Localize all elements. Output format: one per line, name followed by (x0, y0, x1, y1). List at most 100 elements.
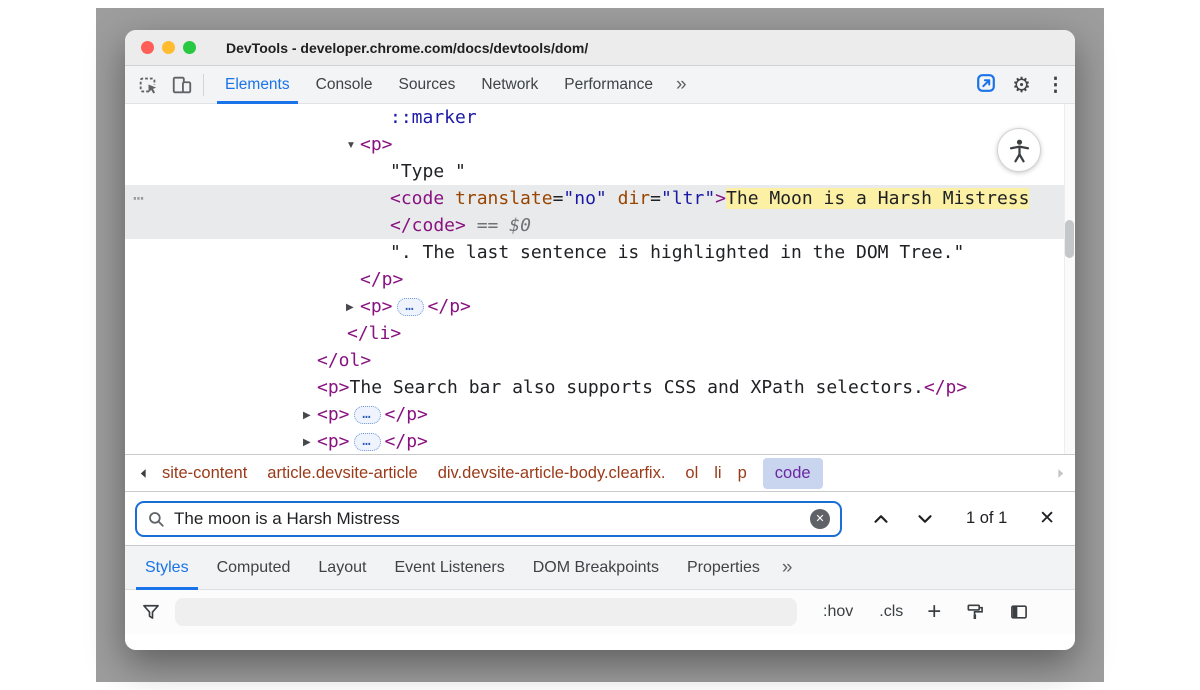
p-close-tag-token: </p> (924, 377, 967, 398)
text-node-token: ". The last sentence is highlighted in t… (390, 242, 964, 263)
dom-line-p-close[interactable]: </p> (125, 266, 1075, 293)
dom-line-type-text[interactable]: "Type " (125, 158, 1075, 185)
tab-console[interactable]: Console (303, 66, 386, 104)
styles-filter-input[interactable] (175, 598, 797, 626)
attr-dir-name-token: dir (618, 188, 651, 209)
dom-line-ol-close[interactable]: </ol> (125, 347, 1075, 374)
equals-marker-token: == (477, 215, 499, 236)
dom-search-bar: ✕ 1 of 1 ✕ (125, 491, 1075, 545)
selected-dom-node-rows: ⋯ <code translate="no" dir="ltr">The Moo… (125, 185, 1075, 239)
tab-layout[interactable]: Layout (304, 546, 380, 590)
p-open-tag-token: <p> (317, 377, 350, 398)
text-node-token: The Search bar also supports CSS and XPa… (350, 377, 924, 398)
close-window-button[interactable] (141, 41, 154, 54)
ol-close-tag-token: </ol> (317, 350, 371, 371)
window-titlebar: DevTools - developer.chrome.com/docs/dev… (125, 30, 1075, 66)
breadcrumb-item-code[interactable]: code (763, 458, 823, 489)
search-match-highlight: The Moon is a Harsh Mistress (726, 188, 1029, 209)
collapsed-content-pill[interactable]: … (354, 433, 381, 451)
code-close-tag-token: </code> (390, 215, 466, 236)
dom-tree-scrollbar[interactable] (1065, 220, 1074, 258)
ellipsis-token: … (362, 433, 371, 449)
chevron-up-icon (870, 508, 892, 530)
dom-line-collapsed-p-3[interactable]: ▶<p>…</p> (125, 428, 1075, 454)
dock-side-icon[interactable] (975, 72, 997, 99)
tab-computed[interactable]: Computed (203, 546, 305, 590)
window-title: DevTools - developer.chrome.com/docs/dev… (226, 40, 588, 56)
ellipsis-token: … (362, 406, 371, 422)
paint-roller-icon[interactable] (965, 602, 985, 622)
zoom-window-button[interactable] (183, 41, 196, 54)
new-style-rule-button[interactable]: + (927, 600, 941, 624)
dom-line-marker-pseudo[interactable]: ::marker (125, 104, 1075, 131)
p-open-tag-token: <p> (317, 431, 350, 452)
breadcrumb-item-ol[interactable]: ol (685, 464, 698, 483)
breadcrumb-scroll-left-icon[interactable] (137, 467, 150, 480)
tab-network[interactable]: Network (468, 66, 551, 104)
tab-styles[interactable]: Styles (131, 546, 203, 590)
dom-line-collapsed-p-2[interactable]: ▶<p>…</p> (125, 401, 1075, 428)
dom-line-code-open[interactable]: <code translate="no" dir="ltr">The Moon … (125, 185, 1075, 212)
breadcrumb-item-p[interactable]: p (738, 464, 747, 483)
row-options-ellipsis-icon[interactable]: ⋯ (133, 185, 145, 212)
device-toolbar-icon[interactable] (165, 66, 199, 104)
pseudo-element-token: ::marker (390, 107, 477, 128)
p-open-tag-token: <p> (360, 134, 393, 155)
close-search-icon[interactable]: ✕ (1039, 509, 1055, 528)
tag-close-bracket-token: > (715, 188, 726, 209)
attr-dir-value-token: "ltr" (661, 188, 715, 209)
devtools-toolbar: Elements Console Sources Network Perform… (125, 66, 1075, 104)
tab-event-listeners[interactable]: Event Listeners (380, 546, 518, 590)
previous-result-button[interactable] (870, 508, 892, 530)
breadcrumb-item-article[interactable]: article.devsite-article (267, 464, 417, 483)
collapsed-content-pill[interactable]: … (397, 298, 424, 316)
tab-sources[interactable]: Sources (386, 66, 469, 104)
attr-translate-value-token: "no" (563, 188, 606, 209)
tab-properties[interactable]: Properties (673, 546, 774, 590)
clear-search-icon[interactable]: ✕ (810, 509, 830, 529)
breadcrumb-item-li[interactable]: li (714, 464, 721, 483)
more-options-kebab-icon[interactable]: ⋮ (1046, 76, 1065, 95)
attr-equals-token: = (553, 188, 564, 209)
dom-tree-scrollbar-track (1064, 104, 1075, 454)
text-node-token: "Type " (390, 161, 466, 182)
toggle-element-state-button[interactable]: :hov (823, 603, 853, 621)
settings-gear-icon[interactable]: ⚙ (1012, 75, 1031, 96)
dom-line-search-paragraph[interactable]: <p>The Search bar also supports CSS and … (125, 374, 1075, 401)
toggle-sidebar-icon[interactable] (1009, 602, 1029, 622)
window-footer (125, 634, 1075, 650)
p-close-tag-token: </p> (360, 269, 403, 290)
collapse-arrow-icon[interactable]: ▶ (303, 429, 317, 454)
accessibility-button[interactable] (997, 128, 1041, 172)
more-panel-tabs-icon[interactable]: » (774, 557, 801, 579)
minimize-window-button[interactable] (162, 41, 175, 54)
tab-performance[interactable]: Performance (551, 66, 666, 104)
dom-line-collapsed-p-1[interactable]: ▶<p>…</p> (125, 293, 1075, 320)
dom-line-p-open[interactable]: ▼<p> (125, 131, 1075, 158)
collapsed-content-pill[interactable]: … (354, 406, 381, 424)
search-input[interactable] (174, 509, 810, 529)
attr-equals-token: = (650, 188, 661, 209)
search-icon (147, 510, 165, 528)
next-result-button[interactable] (914, 508, 936, 530)
dom-line-code-close[interactable]: </code> == $0 (125, 212, 1075, 239)
collapse-arrow-icon[interactable]: ▶ (303, 402, 317, 429)
expand-arrow-icon[interactable]: ▼ (346, 132, 360, 159)
breadcrumb-item-div[interactable]: div.devsite-article-body.clearfix. (438, 464, 666, 483)
more-tabs-icon[interactable]: » (666, 74, 697, 96)
collapse-arrow-icon[interactable]: ▶ (346, 294, 360, 321)
accessibility-person-icon (1006, 137, 1033, 164)
tab-dom-breakpoints[interactable]: DOM Breakpoints (519, 546, 673, 590)
breadcrumb-item-site-content[interactable]: site-content (162, 464, 247, 483)
tab-elements[interactable]: Elements (212, 66, 303, 104)
dom-line-li-close[interactable]: </li> (125, 320, 1075, 347)
toolbar-right-controls: ⚙ ⋮ (975, 66, 1065, 104)
element-classes-button[interactable]: .cls (879, 603, 903, 621)
search-results-count: 1 of 1 (966, 509, 1007, 528)
toolbar-divider (203, 74, 204, 96)
breadcrumb-scroll-right-icon[interactable] (1054, 455, 1067, 491)
styles-filter-bar: :hov .cls + (125, 590, 1075, 634)
p-close-tag-token: </p> (385, 404, 428, 425)
inspect-element-icon[interactable] (131, 66, 165, 104)
dom-line-trailing-text[interactable]: ". The last sentence is highlighted in t… (125, 239, 1075, 266)
